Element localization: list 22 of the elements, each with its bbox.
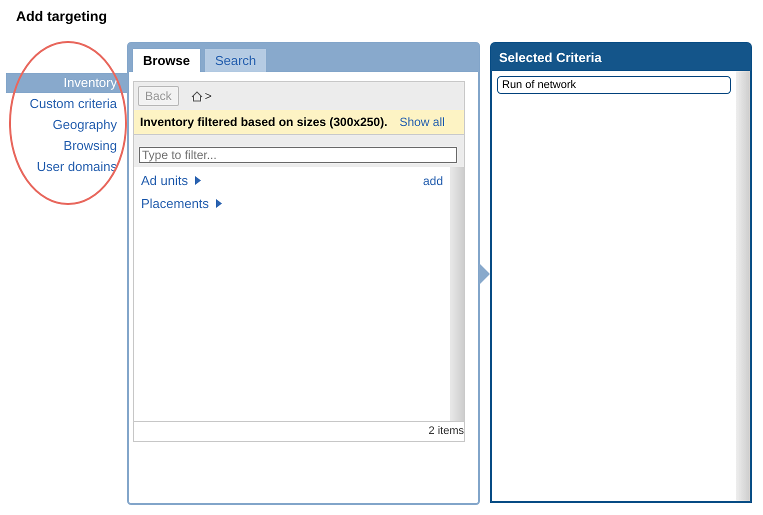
scrollbar[interactable] [450,167,464,421]
sidebar-item[interactable]: Browsing [6,136,127,156]
panel-title: Selected Criteria [492,44,750,71]
show-all-link[interactable]: Show all [399,115,445,129]
expand-arrow-icon[interactable] [216,199,222,208]
inventory-item-link[interactable]: Placements [141,196,209,211]
criteria-item[interactable]: Run of network [497,76,731,94]
tab[interactable]: Search [204,49,266,72]
notice-text: Inventory filtered based on sizes (300x250). [140,115,388,129]
filter-field[interactable]: Type to filter... [139,147,457,163]
add-link[interactable]: add [422,174,443,188]
item-count: 2 items [134,421,464,441]
inventory-item-link[interactable]: Ad units [141,173,188,188]
page-title: Add targeting [16,8,107,24]
tab[interactable]: Browse [133,49,200,72]
scrollbar[interactable] [736,71,750,501]
sidebar-item[interactable]: User domains [6,157,127,177]
breadcrumb-separator: > [204,89,212,103]
sidebar-item[interactable]: Custom criteria [6,94,127,114]
sidebar-item[interactable]: Geography [6,115,127,135]
expand-arrow-icon[interactable] [194,176,201,185]
home-icon[interactable] [190,90,203,102]
